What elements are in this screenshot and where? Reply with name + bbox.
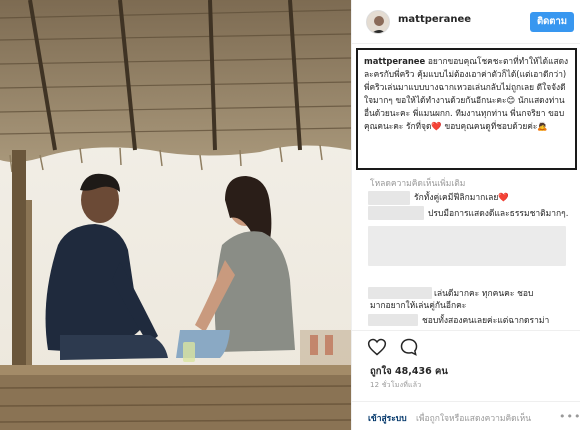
comment-icon[interactable]: [399, 337, 421, 359]
blurred-username: [368, 314, 418, 326]
blurred-comment: [368, 226, 566, 266]
follow-button[interactable]: ติดตาม: [530, 12, 574, 32]
comment-text: เล่นดีมากคะ ทุกคนคะ ชอบ: [434, 289, 534, 299]
blurred-username: [368, 287, 432, 299]
caption-username[interactable]: mattperanee: [364, 56, 425, 66]
likes-count[interactable]: ถูกใจ 48,436 คน: [370, 364, 448, 379]
blurred-username: [368, 191, 410, 205]
post-photo[interactable]: [0, 0, 351, 430]
comment-text: มากอยากให้เล่นคู่กันอีกคะ: [370, 301, 467, 311]
load-more-comments-link[interactable]: โหลดความคิดเห็นเพิ่มเติม: [370, 176, 465, 190]
post-sidebar: mattperanee ติดตาม mattperanee อยากขอบคุ…: [351, 0, 580, 430]
post-actions: ถูกใจ 48,436 คน 12 ชั่วโมงที่แล้ว เข้าสู…: [352, 330, 580, 430]
comment-text: ปรบมือการแสดงดีและธรรมชาติมากๆ.: [428, 209, 569, 219]
caption: mattperanee อยากขอบคุณโชคชะตาที่ทำให้ได้…: [356, 48, 577, 170]
comment-text: ชอบทั้งสองคนเลยค่ะแต่ฉากดราม่า: [422, 316, 550, 326]
comment-text: รักทั้งคู่เคมีฟีลิกมากเลย❤️: [414, 193, 509, 203]
heart-icon[interactable]: [367, 337, 389, 359]
blurred-username: [368, 206, 424, 220]
add-comment-prompt: เพื่อถูกใจหรือแสดงความคิดเห็น: [416, 414, 532, 424]
header-username[interactable]: mattperanee: [398, 14, 471, 25]
avatar-image: [367, 11, 389, 33]
post-timestamp: 12 ชั่วโมงที่แล้ว: [370, 381, 422, 389]
more-options-icon[interactable]: •••: [559, 410, 580, 423]
caption-text: อยากขอบคุณโชคชะตาที่ทำให้ได้แสดงละครกับพ…: [364, 56, 569, 131]
login-link[interactable]: เข้าสู่ระบบ: [368, 411, 407, 425]
avatar[interactable]: [366, 10, 390, 34]
photo-illustration: [0, 0, 351, 430]
add-comment-bar: เข้าสู่ระบบ เพื่อถูกใจหรือแสดงความคิดเห็…: [352, 401, 580, 430]
post-header: mattperanee ติดตาม: [352, 0, 580, 44]
